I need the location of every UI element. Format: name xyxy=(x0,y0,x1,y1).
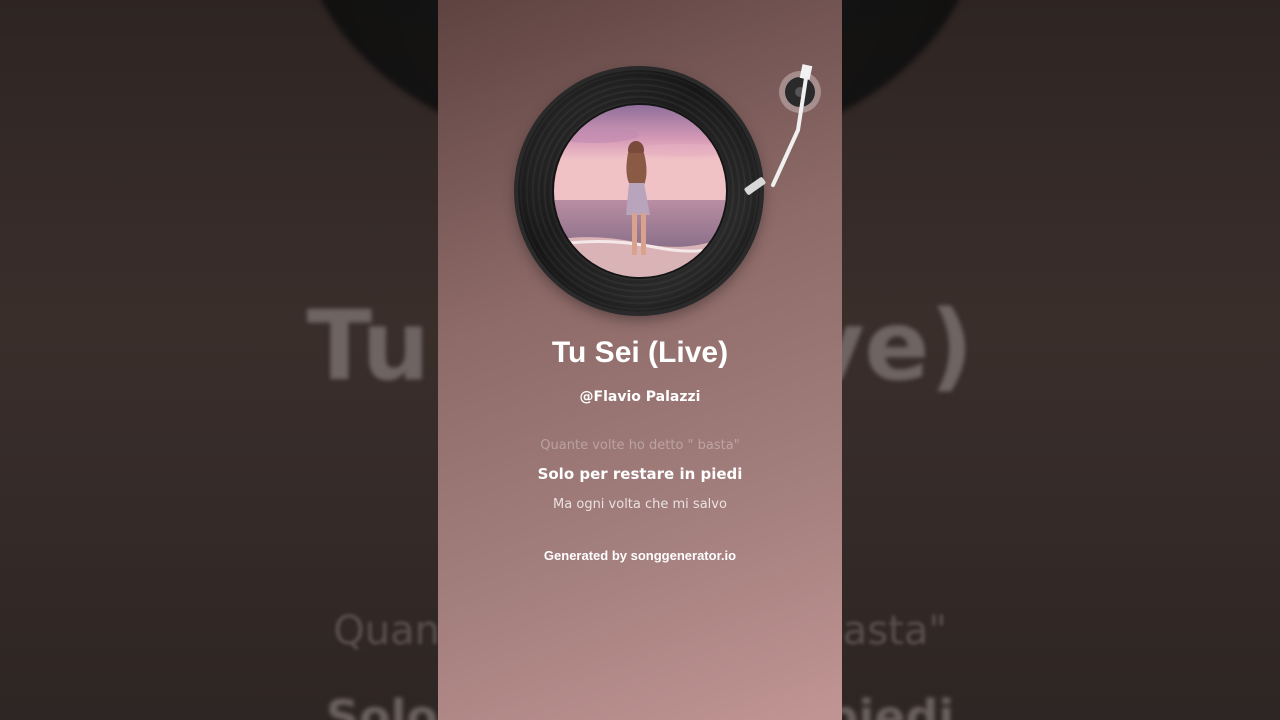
artist-name[interactable]: @Flavio Palazzi xyxy=(438,389,842,405)
lyric-next-line: Ma ogni volta che mi salvo xyxy=(553,497,727,512)
generator-credit: Generated by songgenerator.io xyxy=(543,548,737,563)
album-cover-image xyxy=(554,105,726,277)
song-title: Tu Sei (Live) xyxy=(551,336,729,369)
lyric-previous-line: Quante volte ho detto " basta" xyxy=(540,438,740,453)
album-cover xyxy=(554,105,726,277)
vinyl-record-icon xyxy=(518,70,760,312)
turntable-tonearm-icon xyxy=(744,64,821,195)
lyric-current-line: Solo per restare in piedi xyxy=(537,465,743,483)
video-panel[interactable]: Tu Sei (Live) @Flavio Palazzi Quante vol… xyxy=(438,0,842,720)
